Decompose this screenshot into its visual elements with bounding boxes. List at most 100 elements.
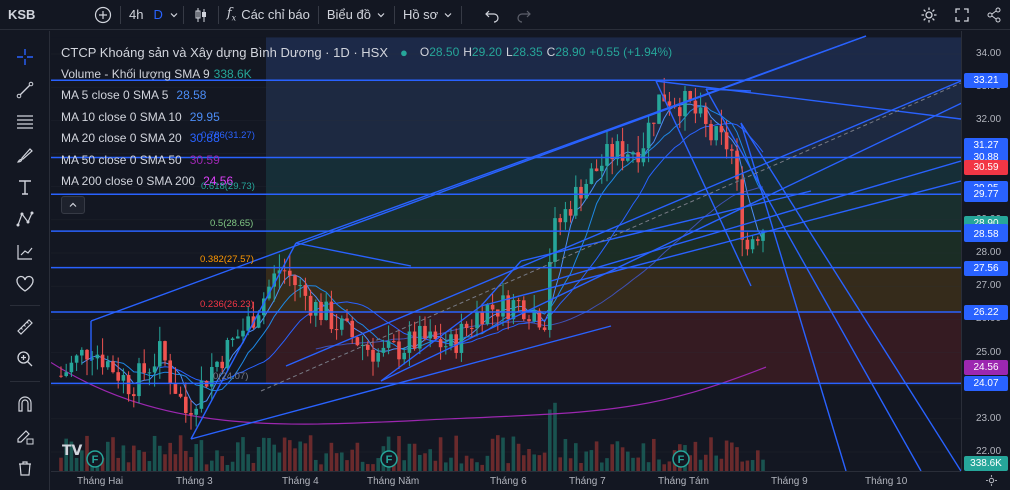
pattern-tool[interactable] <box>13 207 37 231</box>
time-axis[interactable]: Tháng Hai Tháng 3 Tháng 4 Tháng Năm Thán… <box>51 471 961 490</box>
price-tag: 33.21 <box>964 73 1008 89</box>
candle-body <box>168 360 172 383</box>
candle-body <box>69 362 74 373</box>
volume-bar <box>600 462 604 471</box>
settings-button[interactable] <box>912 0 946 30</box>
candle-body <box>750 239 755 250</box>
tradingview-logo: TV <box>62 443 83 459</box>
candle-body <box>485 304 490 325</box>
zoom-tool[interactable] <box>13 347 37 371</box>
time-tick: Tháng Năm <box>367 476 420 487</box>
volume-bar <box>657 459 661 471</box>
share-button[interactable] <box>978 0 1010 30</box>
volume-bar <box>308 435 313 471</box>
collapse-legend-button[interactable] <box>61 195 85 214</box>
volume-bar <box>761 459 765 471</box>
chart-type-button[interactable]: Biểu đồ <box>319 0 394 30</box>
favorites-tool[interactable] <box>13 272 37 296</box>
text-tool[interactable] <box>13 175 37 199</box>
candle-body <box>678 107 682 117</box>
candle-body <box>366 344 370 350</box>
volume-bar <box>438 437 443 471</box>
legend-title-row: CTCP Khoáng sản và Xây dựng Bình Dương ·… <box>61 42 672 64</box>
candle-body <box>724 132 729 150</box>
volume-bar <box>355 442 360 471</box>
legend-ma10-row[interactable]: MA 10 close 0 SMA 10 29.95 <box>61 107 672 129</box>
price-tick: 32.00 <box>976 114 1002 126</box>
candle-body <box>100 354 105 368</box>
candle-body <box>438 339 443 348</box>
symbol-title: CTCP Khoáng sản và Xây dựng Bình Dương ·… <box>61 45 389 60</box>
interval-button[interactable]: 4h <box>121 0 151 30</box>
candle-body <box>371 349 375 362</box>
legend-ma50-row[interactable]: MA 50 close 0 SMA 50 30.59 <box>61 150 672 172</box>
brush-tool[interactable] <box>13 143 37 167</box>
candle-body <box>407 331 412 353</box>
fullscreen-button[interactable] <box>946 0 978 30</box>
redo-button[interactable] <box>508 0 540 30</box>
prediction-tool[interactable] <box>13 240 37 264</box>
volume-bar <box>277 452 282 471</box>
market-status-icon: ● <box>400 45 408 60</box>
prediction-icon <box>17 245 33 260</box>
earnings-marker: F <box>86 450 104 468</box>
trash-tool[interactable] <box>13 456 37 480</box>
magnet-tool[interactable] <box>13 392 37 416</box>
legend-ma200-row[interactable]: MA 200 close 0 SMA 200 24.56 <box>61 171 672 193</box>
volume-bar <box>340 452 344 471</box>
profile-button[interactable]: Hồ sơ <box>395 0 461 30</box>
settings-corner-button[interactable] <box>985 474 998 490</box>
ruler-tool[interactable] <box>13 315 37 339</box>
change-value: +0.55 (+1.94%) <box>589 45 673 59</box>
volume-bar <box>116 457 120 471</box>
price-axis[interactable]: 34.0033.0032.0031.0030.0029.0028.0027.00… <box>961 31 1010 471</box>
interval-dropdown[interactable] <box>165 0 183 30</box>
candle-style-button[interactable] <box>184 0 218 30</box>
marker-label: F <box>92 454 99 466</box>
volume-bar <box>558 457 562 471</box>
interval-daily-button[interactable]: D <box>151 0 164 30</box>
volume-bar <box>433 460 438 471</box>
candle-body <box>111 361 115 373</box>
volume-bar <box>423 453 427 471</box>
candle-body <box>470 328 474 330</box>
volume-bar <box>537 455 542 471</box>
candle-body <box>319 301 323 320</box>
volume-bar <box>527 449 531 471</box>
indicators-button[interactable]: fx Các chỉ báo <box>219 0 318 30</box>
candle-body <box>85 349 89 360</box>
crosshair-tool[interactable] <box>13 45 37 69</box>
fibonacci-icon <box>17 115 33 129</box>
candle-body <box>236 336 240 339</box>
volume-bar <box>215 450 219 471</box>
candle-body <box>745 239 750 250</box>
volume-bar <box>735 447 739 471</box>
candle-body <box>693 100 698 114</box>
legend-volume-row[interactable]: Volume - Khối lượng SMA 9 338.6K <box>61 64 672 86</box>
volume-bar <box>579 462 583 471</box>
ohlc-low: L28.35 <box>506 42 543 64</box>
volume-bar <box>485 455 490 471</box>
volume-bar <box>709 437 713 471</box>
candle-body <box>459 323 464 353</box>
volume-bar <box>641 443 646 471</box>
volume-bar <box>756 450 760 471</box>
volume-bar <box>163 454 167 471</box>
candle-body <box>444 346 448 348</box>
candle-body <box>386 341 391 348</box>
legend-ma20-row[interactable]: MA 20 close 0 SMA 20 30.88 <box>61 128 672 150</box>
undo-button[interactable] <box>476 0 508 30</box>
candle-body <box>719 126 724 133</box>
lock-drawing-tool[interactable] <box>13 424 37 448</box>
fib-tool[interactable] <box>13 110 37 134</box>
add-symbol-button[interactable] <box>86 0 120 30</box>
ma10-label: MA 10 close 0 SMA 10 <box>61 109 182 124</box>
volume-bar <box>506 463 510 471</box>
time-tick: Tháng 6 <box>490 476 527 487</box>
legend-ma5-row[interactable]: MA 5 close 0 SMA 5 28.58 <box>61 85 672 107</box>
trendline-tool[interactable] <box>13 78 37 102</box>
volume-bar <box>407 443 412 471</box>
ohlc-open: O28.50 <box>420 42 459 64</box>
symbol-search[interactable]: KSB <box>0 0 86 30</box>
candle-body <box>428 331 432 339</box>
